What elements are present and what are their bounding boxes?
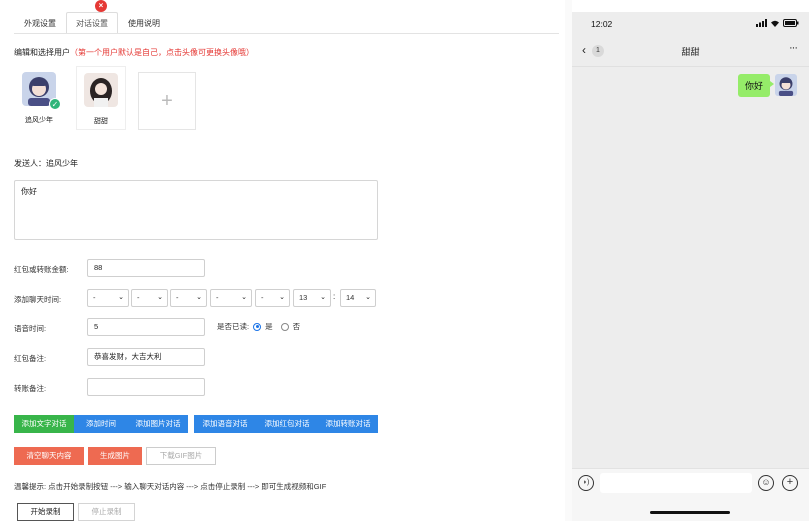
voice-time-input[interactable]: 5	[87, 318, 205, 336]
select-value: -	[137, 293, 140, 302]
chat-time-label: 添加聊天时间:	[14, 295, 62, 304]
redpacket-note-input[interactable]: 恭喜发财，大吉大利	[87, 348, 205, 366]
chat-title: 甜甜	[681, 47, 700, 57]
time-select-ampm[interactable]: - ⌄	[255, 289, 290, 307]
select-value: 14	[346, 293, 355, 302]
status-icons	[756, 19, 799, 27]
delete-user-icon[interactable]: ×	[95, 0, 107, 12]
user-name: 甜甜	[94, 118, 108, 125]
read-status-label: 是否已读:	[217, 322, 250, 331]
read-yes-label: 是	[265, 322, 273, 331]
chat-nav-bar: ‹ 1 甜甜 ···	[572, 40, 809, 62]
my-avatar	[775, 74, 797, 96]
transfer-note-input[interactable]	[87, 378, 205, 396]
plus-icon[interactable]: +	[782, 475, 798, 491]
time-select-day[interactable]: - ⌄	[170, 289, 207, 307]
time-select-month[interactable]: - ⌄	[131, 289, 168, 307]
start-record-button[interactable]: 开始录制	[17, 503, 74, 521]
phone-preview: 12:02 ‹ 1 甜甜 ··· 你好 ◗) ☺ +	[572, 12, 809, 521]
time-select-weekday[interactable]: - ⌄	[210, 289, 252, 307]
panel-divider	[565, 0, 572, 521]
add-user-button[interactable]: +	[138, 72, 196, 130]
select-value: 13	[299, 293, 308, 302]
status-time: 12:02	[591, 19, 613, 29]
home-indicator	[650, 511, 730, 514]
amount-label: 红包或转账金额:	[14, 265, 69, 274]
tab-dialog-settings[interactable]: 对话设置	[66, 12, 118, 34]
message-textarea[interactable]: 你好	[14, 180, 378, 240]
read-no-label: 否	[292, 322, 301, 331]
sender-line: 发送人：追风少年	[14, 158, 78, 169]
read-yes-radio[interactable]	[253, 322, 262, 331]
user-list: ✓ 追风少年 甜甜 +	[14, 66, 196, 130]
select-value: -	[261, 293, 264, 302]
tab-divider	[14, 33, 559, 34]
chat-input-bar: ◗) ☺ +	[572, 468, 809, 521]
selected-check-icon: ✓	[49, 98, 61, 110]
user-card-other[interactable]: 甜甜	[76, 66, 126, 130]
user-card-self[interactable]: ✓ 追风少年	[14, 66, 64, 130]
emoji-icon[interactable]: ☺	[758, 475, 774, 491]
user-name: 追风少年	[25, 117, 53, 124]
battery-icon	[783, 19, 799, 27]
add-time-button[interactable]: 添加时间	[74, 415, 128, 433]
status-bar: 12:02	[572, 12, 809, 36]
chevron-down-icon: ⌄	[279, 294, 285, 301]
select-value: -	[176, 293, 179, 302]
chevron-down-icon: ⌄	[157, 294, 163, 301]
download-gif-button[interactable]: 下载GIF图片	[146, 447, 216, 465]
chevron-down-icon: ⌄	[196, 294, 202, 301]
time-select-hour[interactable]: 13 ⌄	[293, 289, 331, 307]
users-hint: （第一个用户默认是自己，点击头像可更换头像哦）	[70, 48, 254, 57]
select-value: -	[216, 293, 219, 302]
add-voice-dialog-button[interactable]: 添加语音对话	[194, 415, 256, 433]
time-select-year[interactable]: - ⌄	[87, 289, 129, 307]
nav-divider	[572, 66, 809, 67]
chevron-down-icon: ⌄	[320, 294, 326, 301]
voice-time-label: 语音时间:	[14, 324, 47, 333]
redpacket-note-label: 红包备注:	[14, 354, 47, 363]
message-row: 你好	[737, 74, 797, 97]
tab-bar: 外观设置 对话设置 使用说明	[14, 12, 170, 34]
my-message-bubble: 你好	[737, 74, 775, 97]
tab-appearance[interactable]: 外观设置	[14, 12, 66, 34]
chevron-down-icon: ⌄	[118, 294, 124, 301]
transfer-note-label: 转账备注:	[14, 384, 47, 393]
time-separator: :	[333, 292, 336, 301]
read-status-group: 是否已读: 是 否	[217, 321, 300, 332]
select-value: -	[93, 293, 96, 302]
users-title-text: 编辑和选择用户	[14, 48, 70, 57]
tab-instructions[interactable]: 使用说明	[118, 12, 170, 34]
generate-image-button[interactable]: 生成图片	[88, 447, 142, 465]
more-icon[interactable]: ···	[789, 42, 798, 54]
chat-text-input[interactable]	[600, 473, 752, 493]
chevron-down-icon: ⌄	[365, 294, 371, 301]
add-transfer-dialog-button[interactable]: 添加转账对话	[318, 415, 378, 433]
editor-panel: 外观设置 对话设置 使用说明 编辑和选择用户（第一个用户默认是自己，点击头像可更…	[0, 0, 565, 521]
add-redpacket-dialog-button[interactable]: 添加红包对话	[256, 415, 318, 433]
clear-chat-button[interactable]: 清空聊天内容	[14, 447, 84, 465]
amount-input[interactable]: 88	[87, 259, 205, 277]
read-no-radio[interactable]	[280, 322, 289, 331]
voice-icon[interactable]: ◗)	[578, 475, 594, 491]
sender-name: 追风少年	[46, 159, 78, 168]
recording-tip: 温馨提示: 点击开始录制按钮 ---> 输入聊天对话内容 ---> 点击停止录制…	[14, 482, 327, 491]
sender-label: 发送人：	[14, 159, 46, 168]
add-text-dialog-button[interactable]: 添加文字对话	[14, 415, 74, 433]
time-select-minute[interactable]: 14 ⌄	[340, 289, 376, 307]
wifi-icon	[771, 20, 779, 27]
chevron-down-icon: ⌄	[241, 294, 247, 301]
stop-record-button[interactable]: 停止录制	[78, 503, 135, 521]
signal-icon	[756, 19, 767, 27]
add-image-dialog-button[interactable]: 添加图片对话	[128, 415, 188, 433]
avatar[interactable]	[84, 73, 118, 107]
users-section-title: 编辑和选择用户（第一个用户默认是自己，点击头像可更换头像哦）	[14, 47, 254, 58]
